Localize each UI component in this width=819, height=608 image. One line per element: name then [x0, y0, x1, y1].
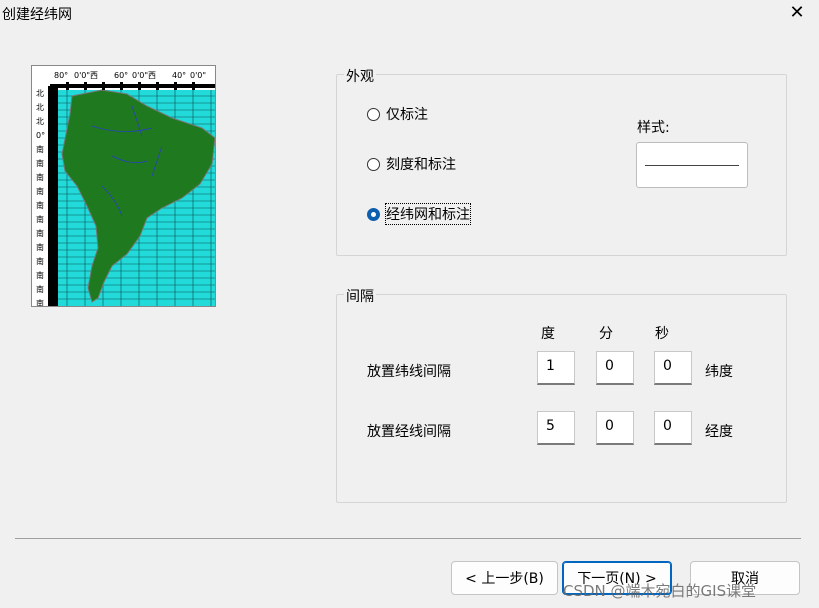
preview-side-label: 南 — [36, 158, 44, 168]
radio-selected-icon[interactable] — [367, 207, 380, 221]
radio-label: 经纬网和标注 — [385, 203, 471, 225]
preview-side-label: 南 — [36, 270, 44, 280]
preview-top-label: 80° — [54, 71, 68, 80]
preview-top-label: 40° — [172, 71, 186, 80]
preview-side-label: 南 — [36, 228, 44, 238]
graticule-preview-image: 80° 0'0"西 60° 0'0"西 40° 0'0" 北 北 北 0° 南 … — [32, 66, 215, 306]
interval-group-label: 间隔 — [344, 286, 376, 306]
longitude-degrees-input[interactable]: 5 — [537, 411, 575, 445]
latitude-interval-label: 放置纬线间隔 — [367, 364, 451, 380]
preview-side-label: 南 — [36, 298, 44, 306]
longitude-minutes-input[interactable]: 0 — [596, 411, 634, 445]
preview-side-label: 南 — [36, 284, 44, 294]
footer-divider — [15, 538, 801, 539]
preview-side-label: 北 — [36, 89, 44, 98]
preview-top-label: 0'0"西 — [74, 71, 98, 80]
preview-side-label: 南 — [36, 256, 44, 266]
style-label: 样式: — [637, 120, 670, 136]
latitude-seconds-input[interactable]: 0 — [654, 351, 692, 385]
radio-circle-icon[interactable] — [367, 107, 380, 121]
radio-ticks-and-labels[interactable]: 刻度和标注 — [367, 154, 456, 174]
preview-side-label: 南 — [36, 200, 44, 210]
preview-top-label: 0'0" — [190, 71, 206, 80]
interval-group — [336, 294, 787, 503]
preview-side-label: 0° — [36, 131, 45, 140]
radio-label: 仅标注 — [386, 107, 428, 123]
preview-side-label: 南 — [36, 144, 44, 154]
preview-side-label: 南 — [36, 186, 44, 196]
preview-side-label: 南 — [36, 242, 44, 252]
close-icon[interactable]: ✕ — [786, 2, 808, 24]
preview-top-label: 60° — [114, 71, 128, 80]
minutes-header: 分 — [599, 326, 613, 342]
radio-labels-only[interactable]: 仅标注 — [367, 104, 428, 124]
line-style-swatch — [645, 165, 739, 166]
degrees-header: 度 — [541, 326, 555, 342]
back-button[interactable]: < 上一步(B) — [451, 561, 558, 595]
style-picker-button[interactable] — [636, 142, 748, 188]
appearance-group-label: 外观 — [344, 66, 376, 86]
graticule-preview: 80° 0'0"西 60° 0'0"西 40° 0'0" 北 北 北 0° 南 … — [31, 65, 216, 307]
preview-side-label: 南 — [36, 214, 44, 224]
longitude-unit-label: 经度 — [705, 424, 733, 440]
watermark: CSDN @端木宛白的GIS课堂 — [563, 582, 757, 600]
window-title: 创建经纬网 — [2, 7, 72, 23]
preview-top-label: 0'0"西 — [132, 71, 156, 80]
preview-side-label: 南 — [36, 172, 44, 182]
latitude-degrees-input[interactable]: 1 — [537, 351, 575, 385]
preview-side-label: 北 — [36, 117, 44, 126]
radio-circle-icon[interactable] — [367, 157, 380, 171]
preview-side-label: 北 — [36, 103, 44, 112]
seconds-header: 秒 — [655, 326, 669, 342]
latitude-unit-label: 纬度 — [705, 364, 733, 380]
radio-label: 刻度和标注 — [386, 157, 456, 173]
longitude-seconds-input[interactable]: 0 — [654, 411, 692, 445]
longitude-interval-label: 放置经线间隔 — [367, 424, 451, 440]
latitude-minutes-input[interactable]: 0 — [596, 351, 634, 385]
radio-graticule-and-labels[interactable]: 经纬网和标注 — [367, 203, 471, 225]
